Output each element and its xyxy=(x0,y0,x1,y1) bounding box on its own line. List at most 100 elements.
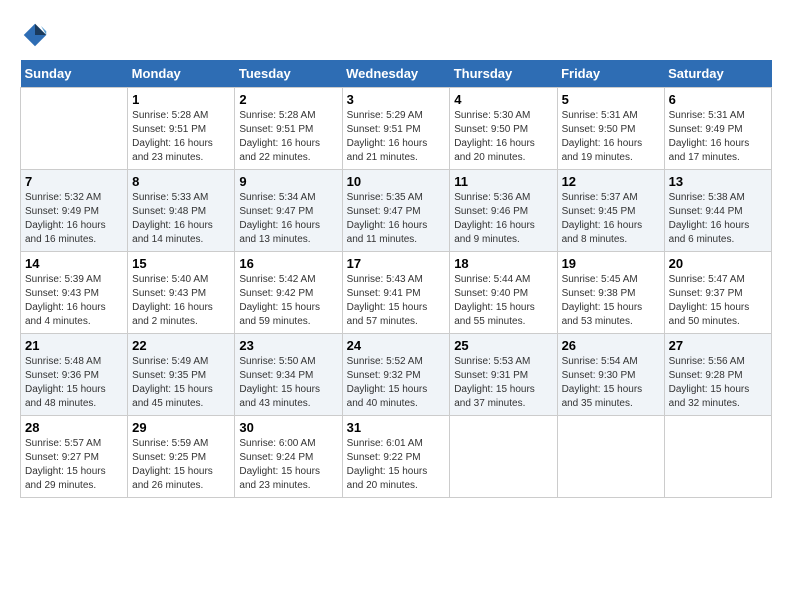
day-info: Sunrise: 5:38 AM Sunset: 9:44 PM Dayligh… xyxy=(669,191,767,247)
day-info: Sunrise: 5:28 AM Sunset: 9:51 PM Dayligh… xyxy=(239,109,337,165)
day-info: Sunrise: 5:59 AM Sunset: 9:25 PM Dayligh… xyxy=(132,437,230,493)
calendar-cell: 10 Sunrise: 5:35 AM Sunset: 9:47 PM Dayli… xyxy=(342,170,450,252)
day-info: Sunrise: 5:45 AM Sunset: 9:38 PM Dayligh… xyxy=(562,273,660,329)
day-info: Sunrise: 5:56 AM Sunset: 9:28 PM Dayligh… xyxy=(669,355,767,411)
column-header-tuesday: Tuesday xyxy=(235,60,342,88)
column-header-sunday: Sunday xyxy=(21,60,128,88)
logo-icon xyxy=(20,20,50,50)
calendar-cell: 21 Sunrise: 5:48 AM Sunset: 9:36 PM Dayli… xyxy=(21,334,128,416)
day-info: Sunrise: 5:33 AM Sunset: 9:48 PM Dayligh… xyxy=(132,191,230,247)
calendar-cell: 26 Sunrise: 5:54 AM Sunset: 9:30 PM Dayli… xyxy=(557,334,664,416)
day-info: Sunrise: 5:31 AM Sunset: 9:49 PM Dayligh… xyxy=(669,109,767,165)
day-number: 10 xyxy=(347,174,446,189)
calendar-cell: 7 Sunrise: 5:32 AM Sunset: 9:49 PM Daylig… xyxy=(21,170,128,252)
day-info: Sunrise: 5:57 AM Sunset: 9:27 PM Dayligh… xyxy=(25,437,123,493)
calendar-cell: 30 Sunrise: 6:00 AM Sunset: 9:24 PM Dayli… xyxy=(235,416,342,498)
calendar-cell: 13 Sunrise: 5:38 AM Sunset: 9:44 PM Dayli… xyxy=(664,170,771,252)
day-info: Sunrise: 5:31 AM Sunset: 9:50 PM Dayligh… xyxy=(562,109,660,165)
calendar-cell: 6 Sunrise: 5:31 AM Sunset: 9:49 PM Daylig… xyxy=(664,88,771,170)
day-info: Sunrise: 5:40 AM Sunset: 9:43 PM Dayligh… xyxy=(132,273,230,329)
day-number: 22 xyxy=(132,338,230,353)
column-header-saturday: Saturday xyxy=(664,60,771,88)
day-number: 1 xyxy=(132,92,230,107)
day-number: 23 xyxy=(239,338,337,353)
day-number: 28 xyxy=(25,420,123,435)
day-info: Sunrise: 5:48 AM Sunset: 9:36 PM Dayligh… xyxy=(25,355,123,411)
calendar-cell: 15 Sunrise: 5:40 AM Sunset: 9:43 PM Dayli… xyxy=(128,252,235,334)
calendar-cell: 28 Sunrise: 5:57 AM Sunset: 9:27 PM Dayli… xyxy=(21,416,128,498)
day-info: Sunrise: 5:53 AM Sunset: 9:31 PM Dayligh… xyxy=(454,355,552,411)
calendar-cell: 18Sunrise: 5:44 AM Sunset: 9:40 PM Dayli… xyxy=(450,252,557,334)
calendar-week-row: 7 Sunrise: 5:32 AM Sunset: 9:49 PM Daylig… xyxy=(21,170,772,252)
day-info: Sunrise: 5:36 AM Sunset: 9:46 PM Dayligh… xyxy=(454,191,552,247)
day-info: Sunrise: 5:43 AM Sunset: 9:41 PM Dayligh… xyxy=(347,273,446,329)
day-info: Sunrise: 5:32 AM Sunset: 9:49 PM Dayligh… xyxy=(25,191,123,247)
calendar-week-row: 28 Sunrise: 5:57 AM Sunset: 9:27 PM Dayli… xyxy=(21,416,772,498)
calendar-week-row: 21 Sunrise: 5:48 AM Sunset: 9:36 PM Dayli… xyxy=(21,334,772,416)
day-number: 13 xyxy=(669,174,767,189)
calendar-cell: 27 Sunrise: 5:56 AM Sunset: 9:28 PM Dayli… xyxy=(664,334,771,416)
day-number: 9 xyxy=(239,174,337,189)
day-info: Sunrise: 5:39 AM Sunset: 9:43 PM Dayligh… xyxy=(25,273,123,329)
day-info: Sunrise: 5:28 AM Sunset: 9:51 PM Dayligh… xyxy=(132,109,230,165)
calendar-cell: 11 Sunrise: 5:36 AM Sunset: 9:46 PM Dayli… xyxy=(450,170,557,252)
day-info: Sunrise: 5:30 AM Sunset: 9:50 PM Dayligh… xyxy=(454,109,552,165)
calendar-cell: 23 Sunrise: 5:50 AM Sunset: 9:34 PM Dayli… xyxy=(235,334,342,416)
day-number: 16 xyxy=(239,256,337,271)
day-number: 7 xyxy=(25,174,123,189)
day-info: Sunrise: 5:50 AM Sunset: 9:34 PM Dayligh… xyxy=(239,355,337,411)
calendar-cell: 20Sunrise: 5:47 AM Sunset: 9:37 PM Dayli… xyxy=(664,252,771,334)
day-number: 21 xyxy=(25,338,123,353)
day-number: 11 xyxy=(454,174,552,189)
day-number: 24 xyxy=(347,338,446,353)
day-number: 3 xyxy=(347,92,446,107)
calendar-cell: 19Sunrise: 5:45 AM Sunset: 9:38 PM Dayli… xyxy=(557,252,664,334)
calendar-week-row: 1 Sunrise: 5:28 AM Sunset: 9:51 PM Daylig… xyxy=(21,88,772,170)
day-info: Sunrise: 5:37 AM Sunset: 9:45 PM Dayligh… xyxy=(562,191,660,247)
calendar-cell: 9Sunrise: 5:34 AM Sunset: 9:47 PM Daylig… xyxy=(235,170,342,252)
day-info: Sunrise: 6:00 AM Sunset: 9:24 PM Dayligh… xyxy=(239,437,337,493)
calendar-cell: 24Sunrise: 5:52 AM Sunset: 9:32 PM Dayli… xyxy=(342,334,450,416)
calendar-cell xyxy=(450,416,557,498)
day-number: 17 xyxy=(347,256,446,271)
day-info: Sunrise: 6:01 AM Sunset: 9:22 PM Dayligh… xyxy=(347,437,446,493)
calendar-cell: 4Sunrise: 5:30 AM Sunset: 9:50 PM Daylig… xyxy=(450,88,557,170)
calendar-cell: 25 Sunrise: 5:53 AM Sunset: 9:31 PM Dayli… xyxy=(450,334,557,416)
calendar-cell xyxy=(664,416,771,498)
calendar-cell: 5 Sunrise: 5:31 AM Sunset: 9:50 PM Daylig… xyxy=(557,88,664,170)
column-header-thursday: Thursday xyxy=(450,60,557,88)
day-number: 26 xyxy=(562,338,660,353)
day-info: Sunrise: 5:29 AM Sunset: 9:51 PM Dayligh… xyxy=(347,109,446,165)
day-number: 31 xyxy=(347,420,446,435)
day-number: 29 xyxy=(132,420,230,435)
day-number: 25 xyxy=(454,338,552,353)
calendar-header-row: SundayMondayTuesdayWednesdayThursdayFrid… xyxy=(21,60,772,88)
day-info: Sunrise: 5:47 AM Sunset: 9:37 PM Dayligh… xyxy=(669,273,767,329)
day-number: 5 xyxy=(562,92,660,107)
day-number: 6 xyxy=(669,92,767,107)
day-number: 15 xyxy=(132,256,230,271)
calendar-cell: 12Sunrise: 5:37 AM Sunset: 9:45 PM Dayli… xyxy=(557,170,664,252)
calendar-cell xyxy=(557,416,664,498)
column-header-friday: Friday xyxy=(557,60,664,88)
day-number: 30 xyxy=(239,420,337,435)
calendar-table: SundayMondayTuesdayWednesdayThursdayFrid… xyxy=(20,60,772,498)
column-header-monday: Monday xyxy=(128,60,235,88)
day-number: 18 xyxy=(454,256,552,271)
calendar-cell: 1 Sunrise: 5:28 AM Sunset: 9:51 PM Daylig… xyxy=(128,88,235,170)
calendar-cell xyxy=(21,88,128,170)
day-info: Sunrise: 5:49 AM Sunset: 9:35 PM Dayligh… xyxy=(132,355,230,411)
day-number: 14 xyxy=(25,256,123,271)
day-number: 2 xyxy=(239,92,337,107)
calendar-cell: 31 Sunrise: 6:01 AM Sunset: 9:22 PM Dayli… xyxy=(342,416,450,498)
calendar-cell: 2 Sunrise: 5:28 AM Sunset: 9:51 PM Daylig… xyxy=(235,88,342,170)
day-number: 27 xyxy=(669,338,767,353)
column-header-wednesday: Wednesday xyxy=(342,60,450,88)
calendar-cell: 16 Sunrise: 5:42 AM Sunset: 9:42 PM Dayli… xyxy=(235,252,342,334)
day-info: Sunrise: 5:35 AM Sunset: 9:47 PM Dayligh… xyxy=(347,191,446,247)
calendar-cell: 22 Sunrise: 5:49 AM Sunset: 9:35 PM Dayli… xyxy=(128,334,235,416)
day-info: Sunrise: 5:42 AM Sunset: 9:42 PM Dayligh… xyxy=(239,273,337,329)
day-info: Sunrise: 5:54 AM Sunset: 9:30 PM Dayligh… xyxy=(562,355,660,411)
calendar-week-row: 14 Sunrise: 5:39 AM Sunset: 9:43 PM Dayli… xyxy=(21,252,772,334)
day-number: 8 xyxy=(132,174,230,189)
